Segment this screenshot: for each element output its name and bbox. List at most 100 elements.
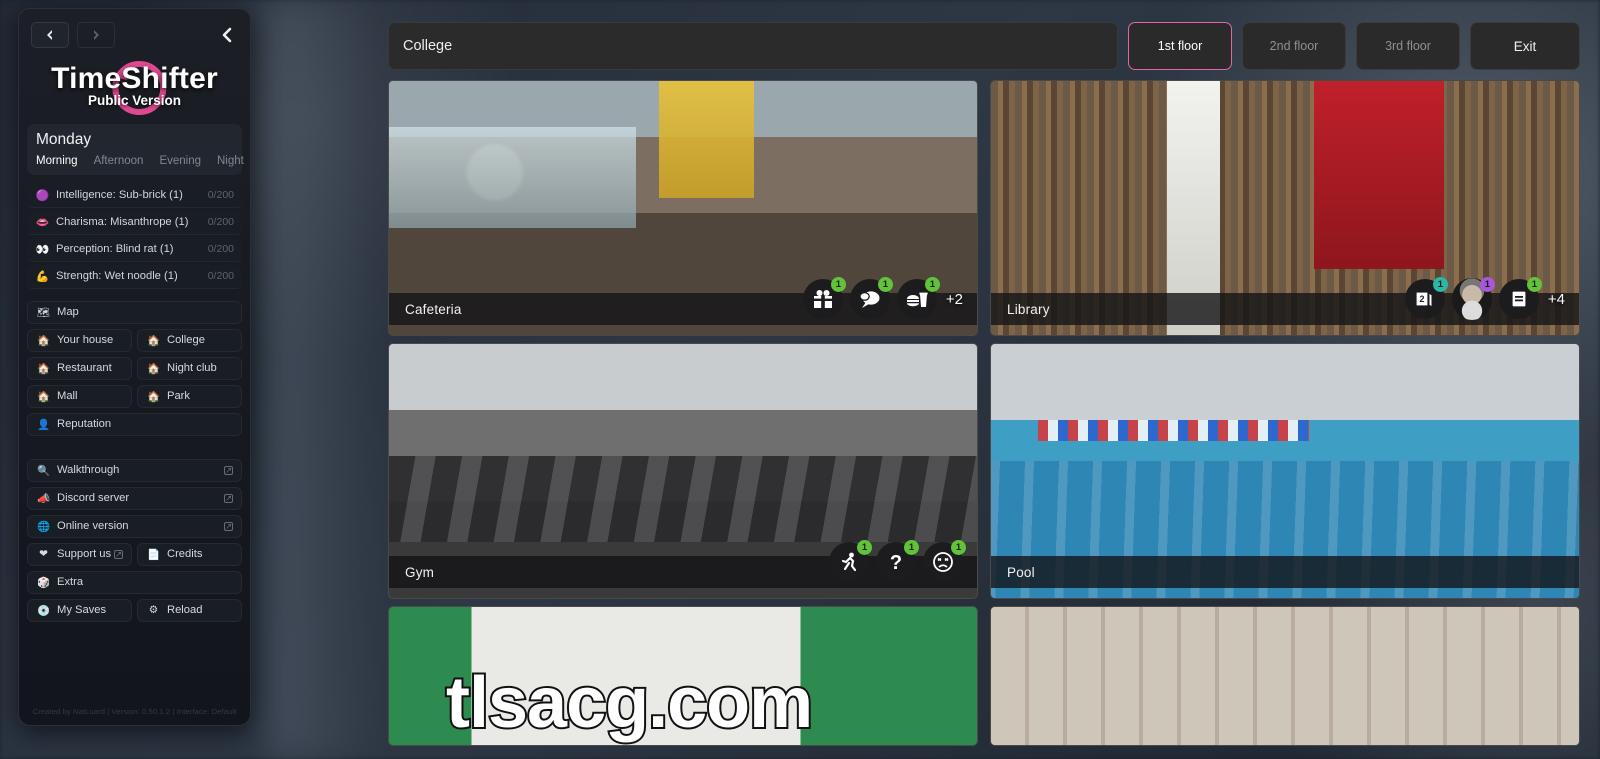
extra-label: Extra: [57, 576, 84, 588]
stat-intelligence[interactable]: 🟣 Intelligence: Sub-brick (1) 0/200: [27, 183, 242, 208]
extra-button[interactable]: 🎲 Extra: [27, 570, 242, 594]
place-label: Night club: [167, 362, 217, 374]
sidebar-footer: Created by NatLuard | Version: 0.50.1.2 …: [32, 707, 237, 716]
online-version-button[interactable]: 🌐 Online version ↗: [27, 514, 242, 538]
badge-count: 1: [877, 277, 893, 292]
stat-label: Charisma: Misanthrope (1): [56, 216, 189, 228]
gift-icon[interactable]: 1: [802, 277, 846, 319]
badge-count: 1: [830, 277, 846, 292]
place-your-house[interactable]: 🏠 Your house: [27, 328, 132, 352]
stat-perception[interactable]: 👀 Perception: Blind rat (1) 0/200: [27, 237, 242, 262]
place-label: Park: [167, 390, 191, 402]
links-section: 🔍 Walkthrough ↗ 📣 Discord server ↗ 🌐 Onl…: [27, 458, 242, 627]
portrait-icon[interactable]: 1: [1451, 277, 1495, 320]
phase-list: Morning Afternoon Evening Night: [36, 155, 244, 167]
person-icon: 👤: [36, 418, 51, 431]
external-link-icon: ↗: [114, 548, 123, 559]
map-button[interactable]: 🗺 Map: [27, 300, 242, 324]
watermark: tlsacg.com: [444, 661, 815, 745]
place-night-club[interactable]: 🏠 Night club: [137, 356, 242, 380]
book-icon[interactable]: 1: [1498, 277, 1542, 319]
place-college[interactable]: 🏠 College: [137, 328, 242, 352]
arrow-right-icon[interactable]: [77, 22, 115, 48]
sidebar-navbar: [27, 9, 242, 55]
badge-count: 1: [1526, 277, 1542, 292]
house-icon: 🏠: [36, 334, 51, 347]
main-panel: College 1st floor 2nd floor 3rd floor Ex…: [388, 22, 1580, 759]
gear-icon: ⚙: [148, 604, 159, 616]
house-icon: 🏠: [36, 362, 51, 375]
phase-night[interactable]: Night: [217, 155, 244, 167]
floor-button-2nd[interactable]: 2nd floor: [1242, 22, 1346, 70]
sad-face-icon[interactable]: 1: [923, 540, 966, 582]
question-mark-icon[interactable]: ? 1: [876, 540, 919, 582]
phase-afternoon[interactable]: Afternoon: [94, 155, 144, 167]
walkthrough-label: Walkthrough: [57, 464, 120, 476]
badge-count: 1: [1432, 277, 1448, 292]
more-count: +2: [945, 290, 963, 308]
cafeteria-badges: 1 1 1 +2: [802, 277, 963, 319]
day-name: Monday: [36, 130, 92, 148]
speech-bubble-icon[interactable]: 1: [849, 277, 893, 319]
chevron-left-icon[interactable]: [214, 22, 240, 48]
support-us-button[interactable]: ❤ Support us ↗: [27, 542, 132, 566]
walkthrough-button[interactable]: 🔍 Walkthrough ↗: [27, 458, 242, 482]
stat-charisma[interactable]: 👄 Charisma: Misanthrope (1) 0/200: [27, 210, 242, 235]
disc-icon: 💿: [36, 604, 51, 617]
location-card-locker-room-right[interactable]: [990, 606, 1580, 746]
arrow-left-icon[interactable]: [31, 22, 69, 48]
place-label: College: [167, 334, 205, 346]
phase-evening[interactable]: Evening: [159, 155, 201, 167]
external-link-icon: ↗: [224, 492, 233, 503]
stat-label: Strength: Wet noodle (1): [56, 270, 178, 282]
card-title: Pool: [991, 556, 1579, 588]
location-card-cafeteria[interactable]: Cafeteria 1 1 1 +2: [388, 80, 978, 336]
running-person-icon[interactable]: 1: [829, 540, 872, 582]
place-label: Your house: [57, 334, 114, 346]
burger-drink-icon[interactable]: 1: [896, 277, 940, 319]
credits-button[interactable]: 📄 Credits: [137, 542, 242, 566]
place-restaurant[interactable]: 🏠 Restaurant: [27, 356, 132, 380]
day-panel: Monday Morning Afternoon Evening Night: [27, 123, 244, 175]
badge-count: 1: [857, 540, 872, 555]
badge-count: 1: [924, 277, 940, 292]
topbar: College 1st floor 2nd floor 3rd floor Ex…: [388, 22, 1580, 70]
location-card-gym[interactable]: Gym 1 ? 1 1: [388, 343, 978, 599]
reputation-button[interactable]: 👤 Reputation: [27, 412, 242, 436]
gym-badges: 1 ? 1 1: [829, 540, 966, 582]
location-card-pool[interactable]: Pool: [990, 343, 1580, 599]
house-icon: 🏠: [146, 362, 161, 375]
svg-text:?: ?: [890, 552, 902, 573]
divider: [27, 441, 242, 450]
locker-room-photo: [991, 607, 1579, 745]
more-count: +4: [1547, 290, 1565, 308]
discord-label: Discord server: [57, 492, 130, 504]
discord-button[interactable]: 📣 Discord server ↗: [27, 486, 242, 510]
location-card-library[interactable]: Library 2 1 1 1 +4: [990, 80, 1580, 336]
online-version-label: Online version: [57, 520, 129, 532]
place-park[interactable]: 🏠 Park: [137, 384, 242, 408]
eyes-icon: 👀: [35, 243, 50, 256]
floor-button-1st[interactable]: 1st floor: [1128, 22, 1232, 70]
stat-value: 0/200: [207, 243, 234, 255]
stat-strength[interactable]: 💪 Strength: Wet noodle (1) 0/200: [27, 264, 242, 289]
books-stack-icon[interactable]: 2 1: [1404, 277, 1448, 319]
location-title: College: [388, 22, 1118, 70]
place-mall[interactable]: 🏠 Mall: [27, 384, 132, 408]
external-link-icon: ↗: [224, 520, 233, 531]
floor-button-3rd[interactable]: 3rd floor: [1356, 22, 1460, 70]
sidebar: TimeShifter Public Version Monday Mornin…: [18, 8, 251, 726]
my-saves-button[interactable]: 💿 My Saves: [27, 598, 132, 622]
app-title: TimeShifter: [51, 62, 218, 95]
phase-morning[interactable]: Morning: [36, 155, 78, 167]
house-icon: 🏠: [146, 334, 161, 347]
magnifier-icon: 🔍: [36, 464, 51, 477]
exit-button[interactable]: Exit: [1470, 22, 1580, 70]
badge-count: 1: [951, 540, 966, 555]
dice-icon: 🎲: [36, 576, 51, 589]
pink-lips-icon: 👄: [35, 216, 50, 229]
reload-button[interactable]: ⚙ Reload: [137, 598, 242, 622]
house-icon: 🏠: [36, 390, 51, 403]
place-label: Mall: [57, 390, 78, 402]
stat-value: 0/200: [207, 216, 234, 228]
